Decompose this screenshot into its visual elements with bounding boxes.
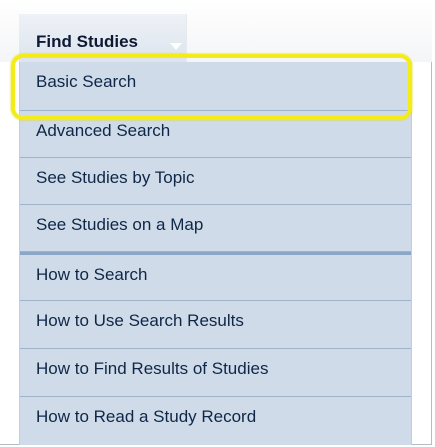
menu-panel: Find Studies Basic Search Advanced Searc… (0, 0, 432, 445)
menu-item-label: Advanced Search (36, 121, 171, 140)
menu-item-how-to-read-study-record[interactable]: How to Read a Study Record (20, 397, 411, 445)
menu-item-label: See Studies by Topic (36, 168, 195, 187)
menu-item-basic-search[interactable]: Basic Search (20, 62, 411, 111)
menu-item-advanced-search[interactable]: Advanced Search (20, 111, 411, 158)
menu-item-see-studies-by-topic[interactable]: See Studies by Topic (20, 158, 411, 205)
menu-item-label: How to Read a Study Record (36, 407, 257, 426)
find-studies-dropdown-menu: Basic Search Advanced Search See Studies… (19, 62, 412, 445)
find-studies-tab[interactable]: Find Studies (19, 14, 187, 62)
menu-item-label: Basic Search (36, 72, 137, 91)
menu-item-label: See Studies on a Map (36, 215, 204, 234)
chevron-down-icon (170, 43, 182, 50)
menu-item-how-to-search[interactable]: How to Search (20, 252, 411, 301)
menu-item-label: How to Find Results of Studies (36, 359, 269, 378)
menu-item-how-to-find-results-of-studies[interactable]: How to Find Results of Studies (20, 349, 411, 397)
menu-item-see-studies-on-map[interactable]: See Studies on a Map (20, 205, 411, 252)
menu-item-label: How to Search (36, 265, 148, 284)
find-studies-tab-label: Find Studies (36, 32, 138, 51)
menu-item-label: How to Use Search Results (36, 311, 244, 330)
menu-item-how-to-use-search-results[interactable]: How to Use Search Results (20, 301, 411, 349)
